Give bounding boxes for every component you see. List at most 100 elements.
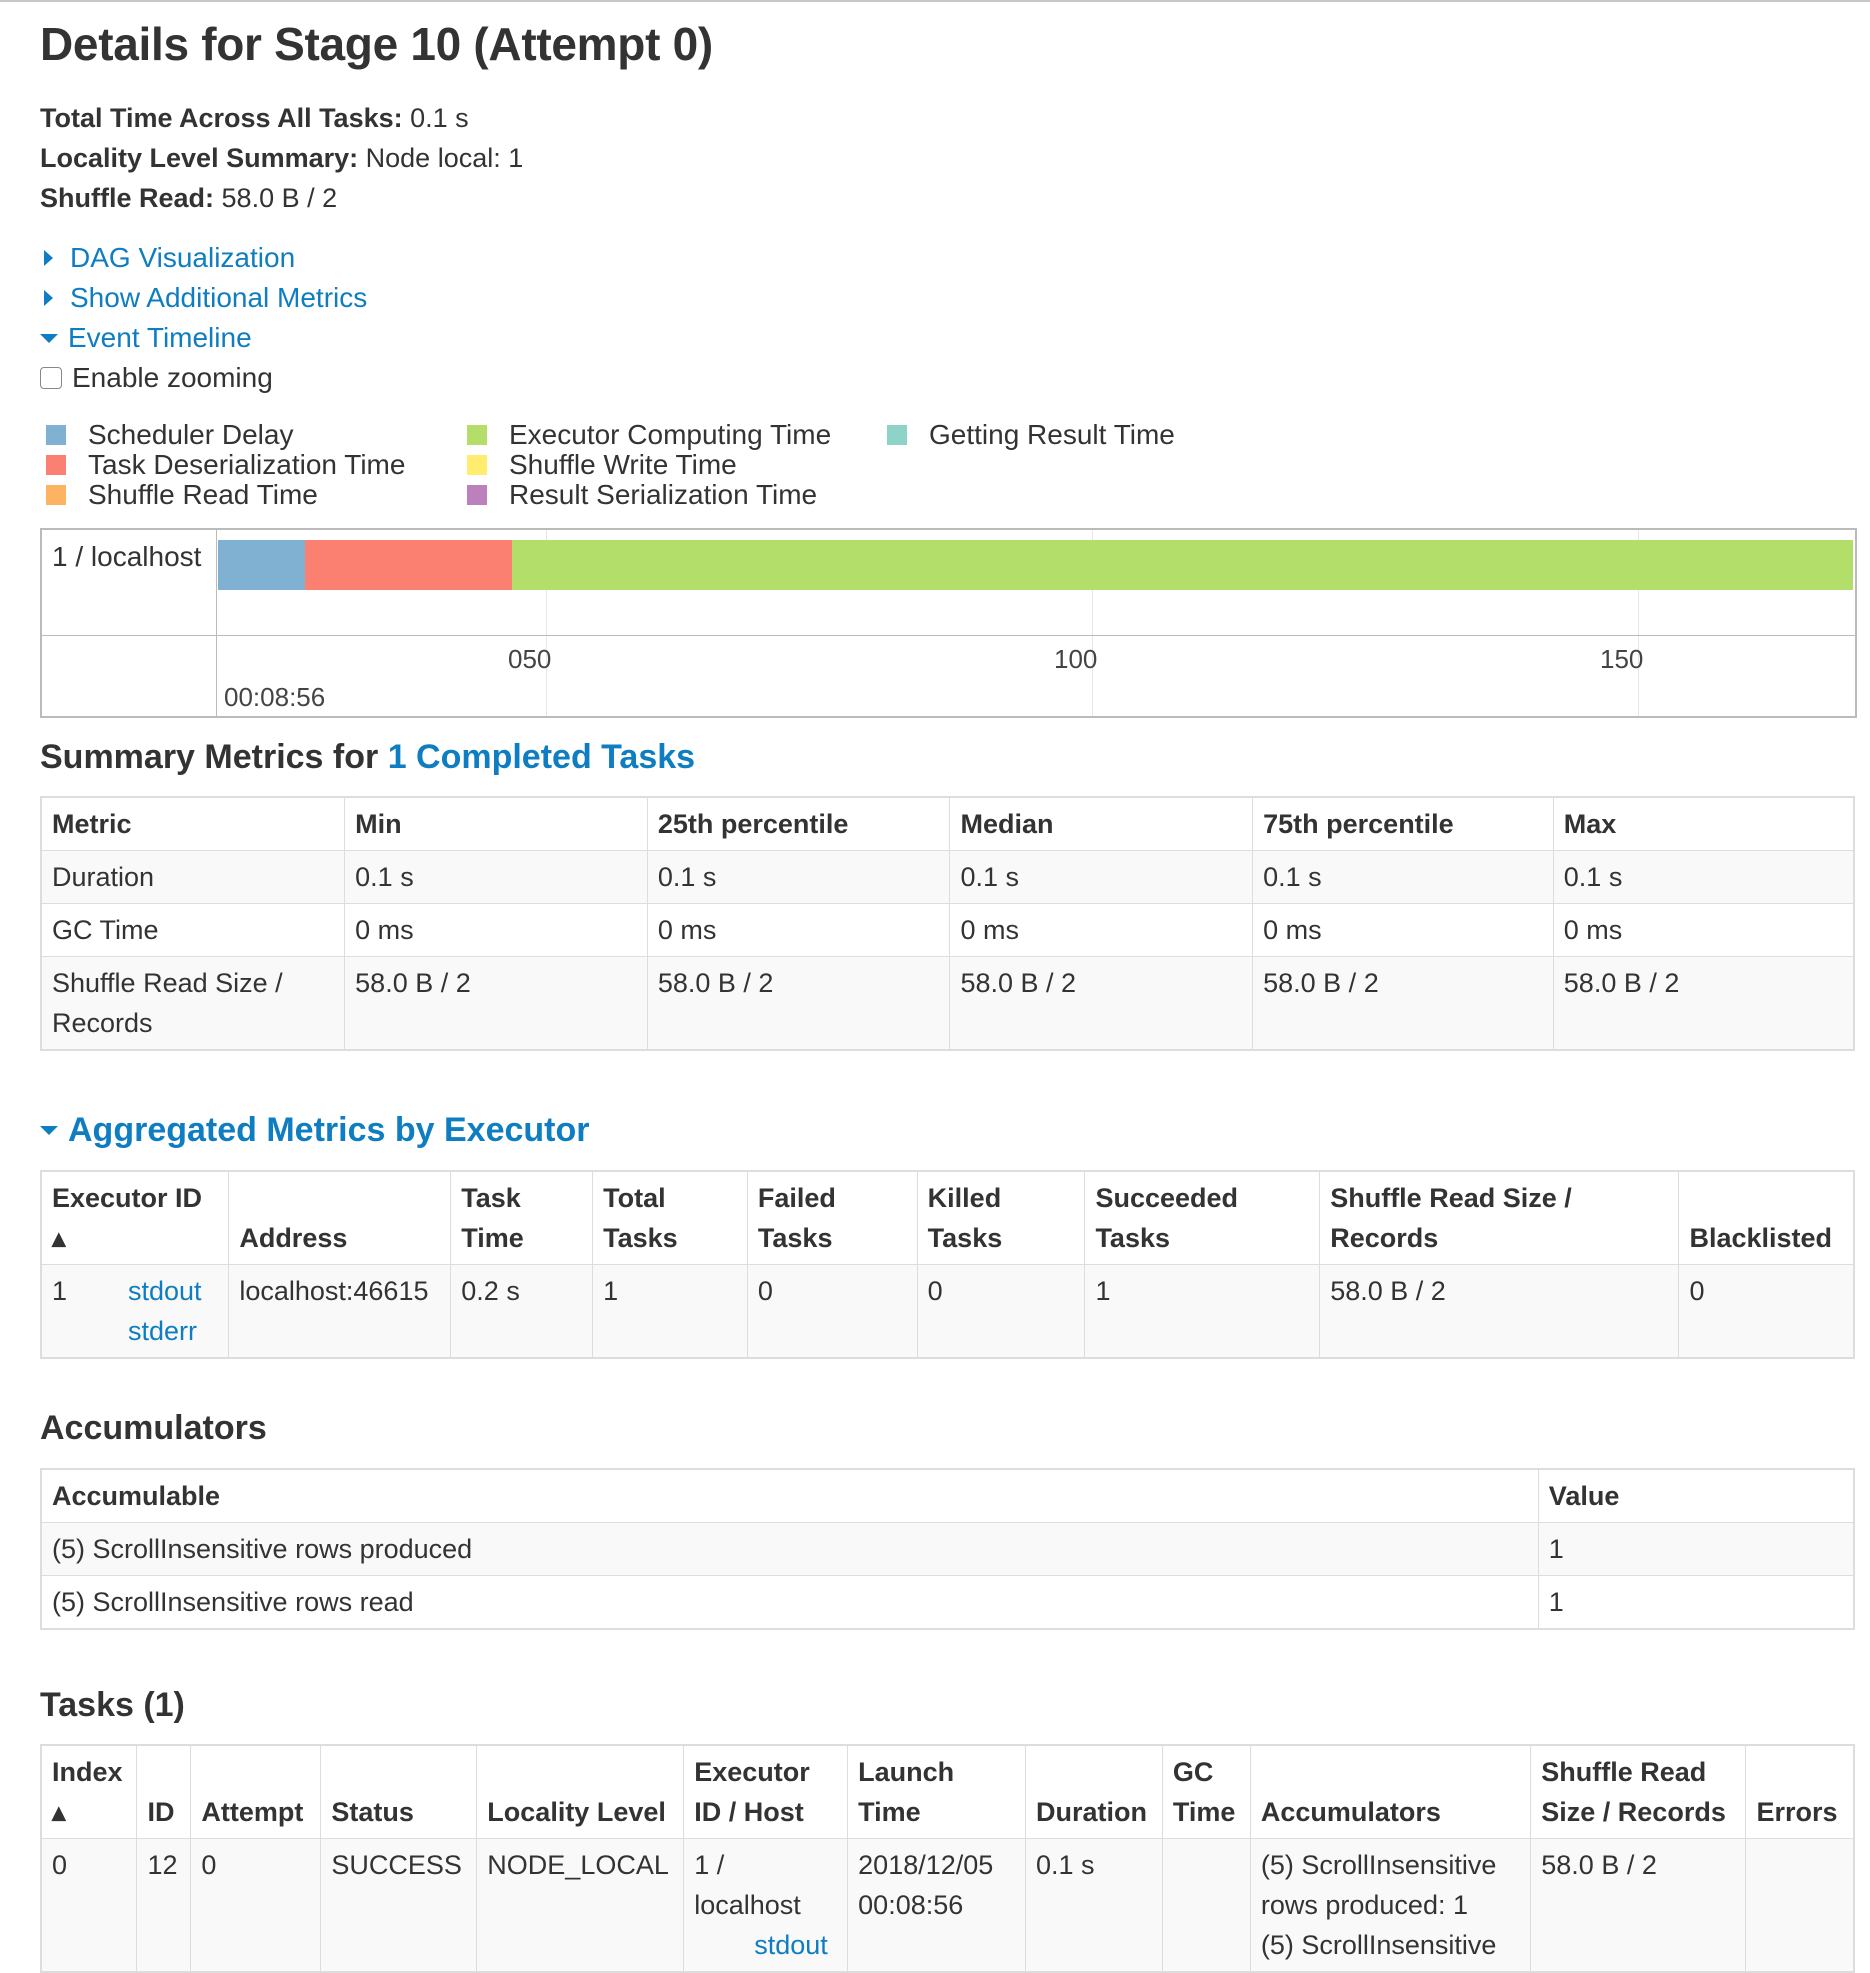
table-cell: 0: [40, 1838, 138, 1973]
column-header[interactable]: 25th percentile: [646, 796, 951, 851]
summary-metrics-table: Metric Min 25th percentile Median 75th p…: [40, 796, 1855, 1051]
column-header[interactable]: Max: [1552, 796, 1855, 851]
table-cell: 2018/12/05 00:08:56: [847, 1838, 1026, 1973]
legend-swatch: [46, 485, 66, 505]
table-cell: 0.2 s: [450, 1264, 594, 1359]
event-timeline[interactable]: 1 / localhost 050 100 150 00:08:56: [40, 528, 1857, 718]
table-cell: 0: [746, 1264, 918, 1359]
task-deserialization-bar[interactable]: [305, 540, 512, 590]
column-header[interactable]: Accumulable: [40, 1468, 1539, 1523]
table-cell: 1: [1537, 1575, 1855, 1630]
column-header[interactable]: ID: [136, 1744, 192, 1839]
caret-right-icon: [44, 250, 53, 266]
table-cell: 1: [1537, 1522, 1855, 1576]
column-header[interactable]: Locality Level: [476, 1744, 685, 1839]
table-cell: 58.0 B / 2: [1552, 956, 1855, 1051]
stdout-link[interactable]: stdout: [128, 1271, 202, 1311]
legend-item: Getting Result Time: [887, 419, 1175, 450]
table-cell: 58.0 B / 2: [1252, 956, 1554, 1051]
table-cell: 58.0 B / 2: [1319, 1264, 1680, 1359]
dag-visualization-toggle[interactable]: DAG Visualization: [40, 238, 367, 278]
table-cell: 1: [1084, 1264, 1321, 1359]
column-header[interactable]: Blacklisted: [1678, 1170, 1855, 1265]
table-header-row: Executor ID ▴ Address Task Time Total Ta…: [40, 1170, 1855, 1265]
stderr-link[interactable]: stderr: [128, 1311, 202, 1351]
column-header[interactable]: Executor ID ▴: [40, 1170, 230, 1265]
column-header[interactable]: Errors: [1745, 1744, 1855, 1839]
caret-right-icon: [44, 290, 53, 306]
column-header[interactable]: Succeeded Tasks: [1084, 1170, 1321, 1265]
table-cell: 0.1 s: [1252, 850, 1554, 904]
column-header[interactable]: Duration: [1024, 1744, 1163, 1839]
table-cell: Duration: [40, 850, 346, 904]
timeline-legend: Scheduler Delay Task Deserialization Tim…: [40, 419, 1240, 520]
table-cell: 0.1 s: [949, 850, 1254, 904]
column-header[interactable]: Value: [1537, 1468, 1855, 1523]
column-header[interactable]: Task Time: [450, 1170, 594, 1265]
column-header[interactable]: Metric: [40, 796, 346, 851]
timeline-tick: 150: [1600, 644, 1644, 674]
table-cell: 1 / localhost stdout: [683, 1838, 849, 1973]
table-cell: 12: [136, 1838, 192, 1973]
table-row: GC Time 0 ms 0 ms 0 ms 0 ms 0 ms: [40, 903, 1855, 957]
table-cell: 0: [1678, 1264, 1855, 1359]
tasks-table: Index ▴ ID Attempt Status Locality Level…: [40, 1744, 1855, 1973]
table-cell: [1745, 1838, 1855, 1973]
column-header[interactable]: Executor ID / Host: [683, 1744, 849, 1839]
column-header[interactable]: Total Tasks: [592, 1170, 748, 1265]
legend-swatch: [467, 425, 487, 445]
table-cell: 58.0 B / 2: [1530, 1838, 1747, 1973]
timeline-start-time: 00:08:56: [224, 682, 326, 712]
stdout-link[interactable]: stdout: [694, 1925, 837, 1965]
column-header[interactable]: Shuffle Read Size / Records: [1530, 1744, 1747, 1839]
table-cell: 0 ms: [646, 903, 951, 957]
column-header[interactable]: Min: [344, 796, 648, 851]
table-row: Duration 0.1 s 0.1 s 0.1 s 0.1 s 0.1 s: [40, 850, 1855, 904]
aggregated-metrics-toggle[interactable]: Aggregated Metrics by Executor: [40, 1105, 589, 1156]
table-cell: [1161, 1838, 1251, 1973]
table-cell: 58.0 B / 2: [949, 956, 1254, 1051]
column-header[interactable]: Status: [320, 1744, 478, 1839]
scheduler-delay-bar[interactable]: [218, 540, 305, 590]
column-header[interactable]: Accumulators: [1249, 1744, 1532, 1839]
table-cell: (5) ScrollInsensitive rows read: [40, 1575, 1539, 1630]
table-header-row: Metric Min 25th percentile Median 75th p…: [40, 796, 1855, 851]
enable-zooming-checkbox[interactable]: [40, 367, 62, 389]
timeline-divider: [216, 530, 217, 716]
table-cell: 0.1 s: [646, 850, 951, 904]
column-header[interactable]: 75th percentile: [1252, 796, 1554, 851]
executor-computing-bar[interactable]: [512, 540, 1853, 590]
column-header[interactable]: Attempt: [190, 1744, 322, 1839]
table-row: 1 stdout stderr localhost:46615 0.2 s 1 0 …: [40, 1264, 1855, 1359]
column-header[interactable]: GC Time: [1161, 1744, 1251, 1839]
table-cell: 1: [592, 1264, 748, 1359]
top-border: [0, 0, 1870, 2]
table-cell: 1 stdout stderr: [40, 1264, 230, 1359]
event-timeline-toggle[interactable]: Event Timeline: [40, 318, 367, 358]
column-header[interactable]: Launch Time: [847, 1744, 1026, 1839]
table-cell: 0.1 s: [1552, 850, 1855, 904]
column-header[interactable]: Address: [228, 1170, 452, 1265]
timeline-tick: 100: [1054, 644, 1098, 674]
table-cell: 58.0 B / 2: [344, 956, 648, 1051]
summary-metrics-heading: Summary Metrics for 1 Completed Tasks: [40, 738, 696, 776]
table-cell: 0 ms: [1552, 903, 1855, 957]
legend-swatch: [46, 425, 66, 445]
accumulators-heading: Accumulators: [40, 1409, 267, 1447]
caret-down-icon: [40, 1126, 58, 1135]
additional-metrics-toggle[interactable]: Show Additional Metrics: [40, 278, 367, 318]
table-cell: 0 ms: [1252, 903, 1554, 957]
column-header[interactable]: Index ▴: [40, 1744, 138, 1839]
completed-tasks-link[interactable]: 1 Completed Tasks: [388, 738, 695, 776]
table-cell: 0 ms: [949, 903, 1254, 957]
tasks-heading: Tasks (1): [40, 1686, 185, 1724]
table-cell: (5) ScrollInsensitive rows produced: [40, 1522, 1539, 1576]
column-header[interactable]: Shuffle Read Size / Records: [1319, 1170, 1680, 1265]
column-header[interactable]: Median: [949, 796, 1254, 851]
caret-down-icon: [40, 333, 58, 343]
column-header[interactable]: Failed Tasks: [746, 1170, 918, 1265]
executor-id: 1: [52, 1276, 68, 1306]
table-cell: NODE_LOCAL: [476, 1838, 685, 1973]
column-header[interactable]: Killed Tasks: [916, 1170, 1086, 1265]
table-header-row: Accumulable Value: [40, 1468, 1855, 1523]
